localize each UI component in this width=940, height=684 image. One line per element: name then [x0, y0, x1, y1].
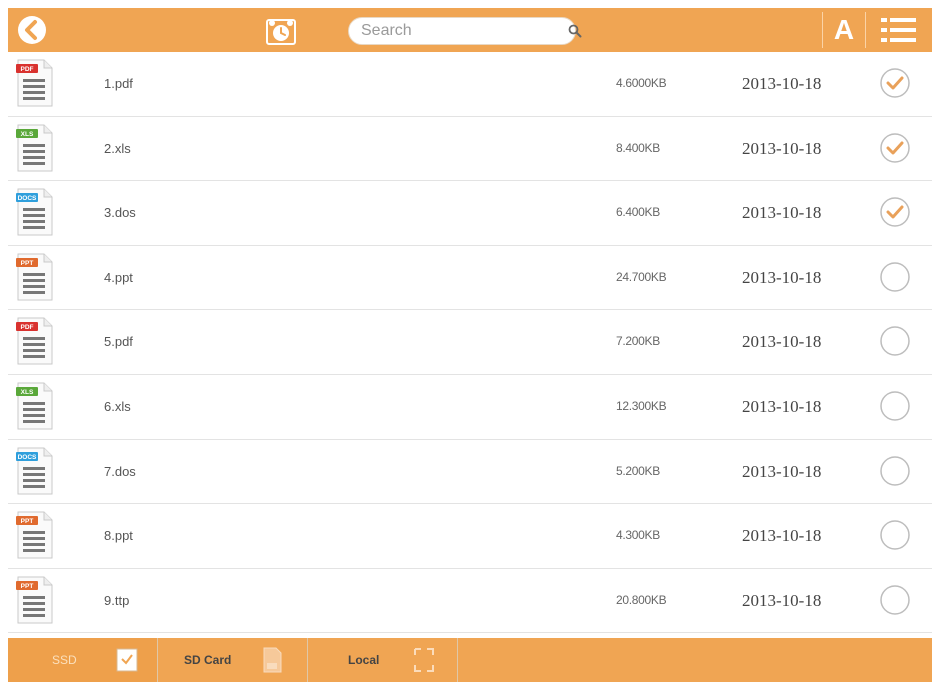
file-date: 2013-10-18 [742, 461, 822, 481]
file-date: 2013-10-18 [742, 267, 822, 287]
back-button[interactable] [14, 12, 50, 48]
sort-label: A [833, 14, 855, 45]
tab-label: SSD [52, 653, 77, 667]
sd-card-icon [261, 647, 283, 673]
file-type-badge: DOCS [18, 195, 37, 202]
file-row[interactable]: DOCS 7.dos 5.200KB 2013-10-18 [8, 440, 932, 505]
file-row[interactable]: PDF 1.pdf 4.6000KB 2013-10-18 [8, 52, 932, 117]
file-date: 2013-10-18 [742, 74, 822, 93]
file-row[interactable]: XLS 2.xls 8.400KB 2013-10-18 [8, 117, 932, 182]
file-size: 8.400KB [616, 140, 660, 155]
tab-label: Local [348, 653, 380, 667]
docs-file-icon: DOCS [14, 187, 54, 237]
file-date: 2013-10-18 [742, 138, 822, 158]
file-row[interactable]: PPT 4.ppt 24.700KB 2013-10-18 [8, 246, 932, 311]
file-size: 20.800KB [616, 592, 667, 607]
file-size: 4.6000KB [616, 76, 667, 90]
tab-local[interactable]: Local [308, 638, 458, 682]
top-toolbar: A [8, 8, 932, 52]
alarm-clock-icon [266, 19, 296, 45]
select-checkbox[interactable] [879, 325, 911, 357]
select-checkbox[interactable] [879, 390, 911, 422]
search-box [348, 17, 582, 45]
ppt-file-icon: PPT [14, 575, 54, 625]
list-view-button[interactable] [874, 12, 924, 48]
file-row[interactable]: PPT 8.ppt 4.300KB 2013-10-18 [8, 504, 932, 569]
file-type-badge: PPT [21, 518, 34, 525]
file-name: 9.ttp [104, 592, 130, 608]
file-name: 5.pdf [104, 334, 133, 350]
docs-file-icon: DOCS [14, 446, 54, 496]
file-size: 4.300KB [616, 528, 660, 543]
file-size: 6.400KB [616, 205, 660, 220]
file-type-badge: PDF [21, 66, 34, 73]
file-date: 2013-10-18 [742, 203, 822, 223]
file-size: 12.300KB [616, 398, 667, 413]
file-type-badge: PPT [21, 583, 34, 590]
file-type-badge: PDF [21, 325, 34, 332]
file-row[interactable]: PDF 5.pdf 7.200KB 2013-10-18 [8, 310, 932, 375]
tab-ssd[interactable]: SSD [8, 638, 158, 682]
file-date: 2013-10-18 [742, 332, 822, 352]
file-size: 24.700KB [616, 269, 667, 284]
select-checkbox[interactable] [879, 455, 911, 487]
tab-sd-card[interactable]: SD Card [158, 638, 308, 682]
file-name: 6.xls [104, 398, 131, 414]
file-row[interactable]: PPT 9.ttp 20.800KB 2013-10-18 [8, 569, 932, 634]
file-type-badge: DOCS [18, 454, 37, 461]
storage-tab-bar: SSD SD Card Local [8, 638, 932, 682]
file-name: 7.dos [104, 463, 136, 479]
file-date: 2013-10-18 [742, 396, 822, 416]
select-checkbox[interactable] [879, 261, 911, 293]
select-checkbox[interactable] [879, 584, 911, 616]
file-row[interactable]: DOCS 3.dos 6.400KB 2013-10-18 [8, 181, 932, 246]
xls-file-icon: XLS [14, 381, 54, 431]
file-name: 3.dos [104, 205, 136, 221]
selected-checkbox[interactable] [879, 67, 911, 99]
file-size: 7.200KB [616, 334, 660, 349]
file-date: 2013-10-18 [742, 526, 822, 546]
alarm-clock-button[interactable] [260, 14, 302, 48]
list-view-icon [881, 18, 916, 42]
file-row[interactable]: XLS 6.xls 12.300KB 2013-10-18 [8, 375, 932, 440]
file-list: PDF 1.pdf 4.6000KB 2013-10-18 XLS 2.xls 8.400K… [8, 52, 932, 634]
pdf-file-icon: PDF [14, 316, 54, 366]
selected-checkbox[interactable] [879, 132, 911, 164]
search-icon[interactable] [568, 23, 582, 39]
selected-checkbox[interactable] [879, 196, 911, 228]
file-type-badge: XLS [21, 389, 34, 396]
file-name: 4.ppt [104, 269, 133, 285]
ppt-file-icon: PPT [14, 252, 54, 302]
ppt-file-icon: PPT [14, 510, 54, 560]
tab-label: SD Card [184, 653, 232, 667]
file-size: 5.200KB [616, 463, 660, 478]
ssd-icon [116, 647, 138, 673]
file-name: 1.pdf [104, 76, 133, 91]
file-name: 2.xls [104, 140, 131, 156]
file-name: 8.ppt [104, 528, 133, 544]
file-type-badge: PPT [21, 260, 34, 267]
local-icon [413, 647, 435, 673]
xls-file-icon: XLS [14, 123, 54, 173]
select-checkbox[interactable] [879, 519, 911, 551]
back-arrow-icon [18, 16, 46, 44]
search-input[interactable] [361, 22, 568, 40]
pdf-file-icon: PDF [14, 58, 54, 108]
file-type-badge: XLS [21, 131, 34, 138]
sort-alphabetical-button[interactable]: A [822, 12, 866, 48]
file-date: 2013-10-18 [742, 590, 822, 610]
